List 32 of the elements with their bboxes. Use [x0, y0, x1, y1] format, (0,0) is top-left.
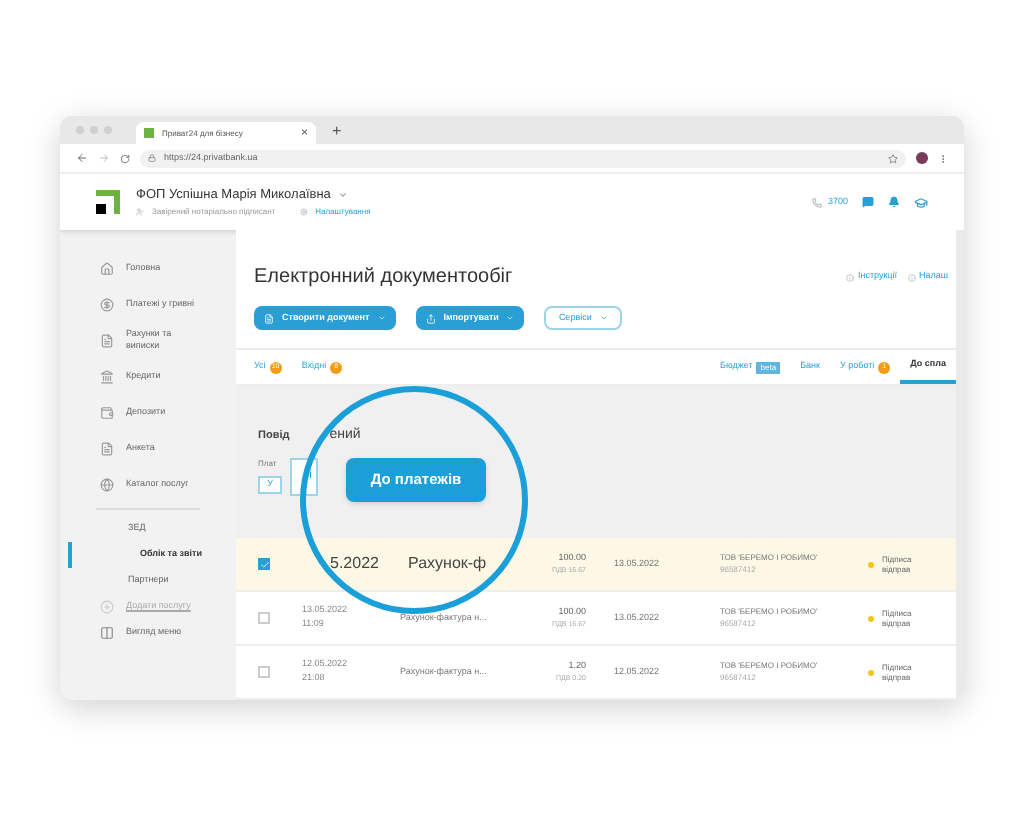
- graduation-cap-icon[interactable]: [914, 195, 928, 209]
- plus-icon: [100, 600, 114, 614]
- star-icon[interactable]: [888, 153, 898, 163]
- info-icon: [845, 273, 854, 281]
- share-icon: [425, 313, 436, 323]
- document-icon: [264, 313, 274, 323]
- bank-icon: [100, 369, 114, 383]
- caret-icon[interactable]: [338, 190, 349, 200]
- row-checkbox[interactable]: [258, 612, 270, 624]
- document-icon: [100, 441, 114, 455]
- info-icon: [907, 273, 915, 281]
- page-title: Електронний документообіг: [254, 264, 513, 292]
- phone-icon: [811, 197, 822, 207]
- date-cell-text: 5.2022: [328, 552, 381, 576]
- favicon-icon: [144, 128, 154, 138]
- settings-icon: [299, 208, 308, 217]
- new-tab-button[interactable]: +: [332, 124, 342, 140]
- wallet-icon: [100, 405, 114, 419]
- bell-icon[interactable]: [888, 196, 900, 208]
- document-cell-text: Рахунок-ф: [406, 552, 489, 576]
- user-icon: [136, 208, 144, 217]
- back-icon[interactable]: [76, 152, 88, 164]
- globe-icon: [100, 477, 114, 491]
- reload-icon[interactable]: [120, 153, 130, 163]
- document-icon: [100, 333, 114, 347]
- logo-icon: [96, 190, 120, 214]
- columns-icon: [100, 626, 114, 640]
- coin-icon: [100, 297, 114, 311]
- row-checkbox[interactable]: [258, 666, 270, 678]
- home-icon: [100, 261, 114, 275]
- chat-icon[interactable]: [862, 196, 874, 208]
- lock-icon: [148, 154, 156, 162]
